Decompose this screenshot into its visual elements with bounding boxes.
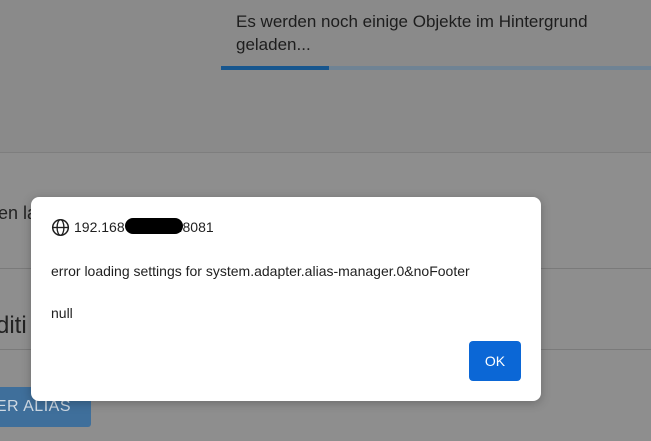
dialog-detail: null <box>51 305 73 321</box>
dialog-origin: 192.168 .8081 <box>51 216 214 238</box>
origin-host-suffix: .8081 <box>178 219 214 235</box>
origin-host-prefix: 192.168 <box>74 219 125 235</box>
dialog-message: error loading settings for system.adapte… <box>51 263 470 279</box>
loading-message: Es werden noch einige Objekte im Hinterg… <box>236 12 588 54</box>
loading-progress-bar <box>221 66 651 70</box>
loading-progress-fill <box>221 66 329 70</box>
ok-button[interactable]: OK <box>469 341 521 381</box>
background-partial-heading: diti <box>0 312 27 339</box>
globe-icon <box>51 218 70 237</box>
alert-dialog: 192.168 .8081 error loading settings for… <box>31 197 541 401</box>
header-band: Es werden noch einige Objekte im Hinterg… <box>0 0 651 153</box>
redacted-mark <box>124 218 183 234</box>
